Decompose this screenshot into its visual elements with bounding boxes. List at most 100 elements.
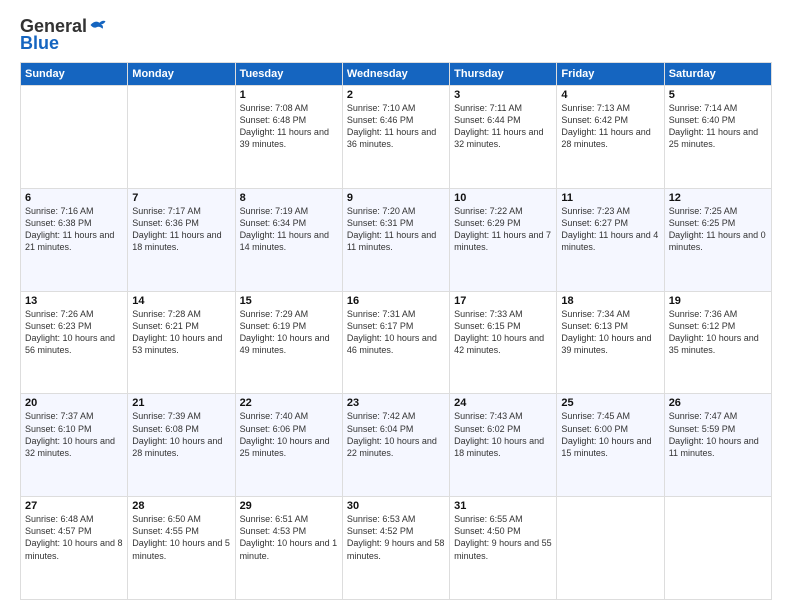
calendar-cell: 1Sunrise: 7:08 AMSunset: 6:48 PMDaylight… <box>235 86 342 189</box>
calendar-cell: 18Sunrise: 7:34 AMSunset: 6:13 PMDayligh… <box>557 291 664 394</box>
calendar-cell: 28Sunrise: 6:50 AMSunset: 4:55 PMDayligh… <box>128 497 235 600</box>
calendar-cell: 5Sunrise: 7:14 AMSunset: 6:40 PMDaylight… <box>664 86 771 189</box>
day-info: Sunrise: 7:47 AMSunset: 5:59 PMDaylight:… <box>669 410 767 459</box>
day-info: Sunrise: 7:45 AMSunset: 6:00 PMDaylight:… <box>561 410 659 459</box>
day-number: 2 <box>347 89 445 101</box>
calendar-cell: 31Sunrise: 6:55 AMSunset: 4:50 PMDayligh… <box>450 497 557 600</box>
day-number: 11 <box>561 192 659 204</box>
day-number: 21 <box>132 397 230 409</box>
day-info: Sunrise: 7:31 AMSunset: 6:17 PMDaylight:… <box>347 308 445 357</box>
day-number: 27 <box>25 500 123 512</box>
calendar-header-row: SundayMondayTuesdayWednesdayThursdayFrid… <box>21 63 772 86</box>
day-number: 30 <box>347 500 445 512</box>
day-info: Sunrise: 7:08 AMSunset: 6:48 PMDaylight:… <box>240 102 338 151</box>
calendar-cell: 27Sunrise: 6:48 AMSunset: 4:57 PMDayligh… <box>21 497 128 600</box>
day-number: 26 <box>669 397 767 409</box>
calendar-cell <box>21 86 128 189</box>
day-info: Sunrise: 7:16 AMSunset: 6:38 PMDaylight:… <box>25 205 123 254</box>
calendar-cell: 11Sunrise: 7:23 AMSunset: 6:27 PMDayligh… <box>557 188 664 291</box>
day-number: 14 <box>132 295 230 307</box>
day-info: Sunrise: 6:53 AMSunset: 4:52 PMDaylight:… <box>347 513 445 562</box>
day-number: 3 <box>454 89 552 101</box>
calendar-day-header: Saturday <box>664 63 771 86</box>
day-number: 12 <box>669 192 767 204</box>
day-info: Sunrise: 7:43 AMSunset: 6:02 PMDaylight:… <box>454 410 552 459</box>
calendar-cell: 3Sunrise: 7:11 AMSunset: 6:44 PMDaylight… <box>450 86 557 189</box>
calendar-cell: 22Sunrise: 7:40 AMSunset: 6:06 PMDayligh… <box>235 394 342 497</box>
logo-blue-text: Blue <box>20 33 59 54</box>
day-info: Sunrise: 6:50 AMSunset: 4:55 PMDaylight:… <box>132 513 230 562</box>
calendar-cell: 10Sunrise: 7:22 AMSunset: 6:29 PMDayligh… <box>450 188 557 291</box>
day-number: 29 <box>240 500 338 512</box>
calendar-day-header: Sunday <box>21 63 128 86</box>
calendar-cell: 4Sunrise: 7:13 AMSunset: 6:42 PMDaylight… <box>557 86 664 189</box>
calendar-week-row: 27Sunrise: 6:48 AMSunset: 4:57 PMDayligh… <box>21 497 772 600</box>
day-info: Sunrise: 7:25 AMSunset: 6:25 PMDaylight:… <box>669 205 767 254</box>
calendar-week-row: 1Sunrise: 7:08 AMSunset: 6:48 PMDaylight… <box>21 86 772 189</box>
day-number: 20 <box>25 397 123 409</box>
day-info: Sunrise: 7:40 AMSunset: 6:06 PMDaylight:… <box>240 410 338 459</box>
calendar-cell: 30Sunrise: 6:53 AMSunset: 4:52 PMDayligh… <box>342 497 449 600</box>
day-info: Sunrise: 7:23 AMSunset: 6:27 PMDaylight:… <box>561 205 659 254</box>
day-info: Sunrise: 7:20 AMSunset: 6:31 PMDaylight:… <box>347 205 445 254</box>
day-number: 5 <box>669 89 767 101</box>
day-number: 19 <box>669 295 767 307</box>
calendar-cell: 25Sunrise: 7:45 AMSunset: 6:00 PMDayligh… <box>557 394 664 497</box>
day-number: 22 <box>240 397 338 409</box>
calendar-day-header: Tuesday <box>235 63 342 86</box>
calendar-table: SundayMondayTuesdayWednesdayThursdayFrid… <box>20 62 772 600</box>
calendar-cell: 15Sunrise: 7:29 AMSunset: 6:19 PMDayligh… <box>235 291 342 394</box>
calendar-cell <box>664 497 771 600</box>
calendar-cell: 16Sunrise: 7:31 AMSunset: 6:17 PMDayligh… <box>342 291 449 394</box>
calendar-day-header: Thursday <box>450 63 557 86</box>
day-number: 6 <box>25 192 123 204</box>
calendar-cell: 13Sunrise: 7:26 AMSunset: 6:23 PMDayligh… <box>21 291 128 394</box>
day-info: Sunrise: 6:55 AMSunset: 4:50 PMDaylight:… <box>454 513 552 562</box>
calendar-cell: 29Sunrise: 6:51 AMSunset: 4:53 PMDayligh… <box>235 497 342 600</box>
calendar-cell: 9Sunrise: 7:20 AMSunset: 6:31 PMDaylight… <box>342 188 449 291</box>
day-info: Sunrise: 7:10 AMSunset: 6:46 PMDaylight:… <box>347 102 445 151</box>
calendar-cell: 8Sunrise: 7:19 AMSunset: 6:34 PMDaylight… <box>235 188 342 291</box>
header: General Blue <box>20 16 772 54</box>
day-info: Sunrise: 7:26 AMSunset: 6:23 PMDaylight:… <box>25 308 123 357</box>
day-number: 16 <box>347 295 445 307</box>
day-info: Sunrise: 7:33 AMSunset: 6:15 PMDaylight:… <box>454 308 552 357</box>
day-info: Sunrise: 7:22 AMSunset: 6:29 PMDaylight:… <box>454 205 552 254</box>
day-info: Sunrise: 7:29 AMSunset: 6:19 PMDaylight:… <box>240 308 338 357</box>
calendar-day-header: Wednesday <box>342 63 449 86</box>
logo-bird-icon <box>89 18 107 32</box>
calendar-cell: 6Sunrise: 7:16 AMSunset: 6:38 PMDaylight… <box>21 188 128 291</box>
day-info: Sunrise: 7:42 AMSunset: 6:04 PMDaylight:… <box>347 410 445 459</box>
day-number: 31 <box>454 500 552 512</box>
day-number: 24 <box>454 397 552 409</box>
day-number: 9 <box>347 192 445 204</box>
calendar-cell <box>557 497 664 600</box>
calendar-cell: 7Sunrise: 7:17 AMSunset: 6:36 PMDaylight… <box>128 188 235 291</box>
day-number: 8 <box>240 192 338 204</box>
day-number: 7 <box>132 192 230 204</box>
day-number: 15 <box>240 295 338 307</box>
day-number: 23 <box>347 397 445 409</box>
calendar-cell: 2Sunrise: 7:10 AMSunset: 6:46 PMDaylight… <box>342 86 449 189</box>
day-info: Sunrise: 6:51 AMSunset: 4:53 PMDaylight:… <box>240 513 338 562</box>
calendar-day-header: Friday <box>557 63 664 86</box>
calendar-cell: 21Sunrise: 7:39 AMSunset: 6:08 PMDayligh… <box>128 394 235 497</box>
calendar-cell: 26Sunrise: 7:47 AMSunset: 5:59 PMDayligh… <box>664 394 771 497</box>
day-number: 17 <box>454 295 552 307</box>
calendar-week-row: 20Sunrise: 7:37 AMSunset: 6:10 PMDayligh… <box>21 394 772 497</box>
day-number: 25 <box>561 397 659 409</box>
day-info: Sunrise: 7:28 AMSunset: 6:21 PMDaylight:… <box>132 308 230 357</box>
calendar-cell: 12Sunrise: 7:25 AMSunset: 6:25 PMDayligh… <box>664 188 771 291</box>
day-info: Sunrise: 7:39 AMSunset: 6:08 PMDaylight:… <box>132 410 230 459</box>
logo: General Blue <box>20 16 107 54</box>
calendar-cell <box>128 86 235 189</box>
day-info: Sunrise: 7:34 AMSunset: 6:13 PMDaylight:… <box>561 308 659 357</box>
day-number: 1 <box>240 89 338 101</box>
day-info: Sunrise: 7:11 AMSunset: 6:44 PMDaylight:… <box>454 102 552 151</box>
day-number: 18 <box>561 295 659 307</box>
calendar-cell: 14Sunrise: 7:28 AMSunset: 6:21 PMDayligh… <box>128 291 235 394</box>
day-number: 13 <box>25 295 123 307</box>
calendar-cell: 23Sunrise: 7:42 AMSunset: 6:04 PMDayligh… <box>342 394 449 497</box>
calendar-week-row: 13Sunrise: 7:26 AMSunset: 6:23 PMDayligh… <box>21 291 772 394</box>
day-info: Sunrise: 7:14 AMSunset: 6:40 PMDaylight:… <box>669 102 767 151</box>
